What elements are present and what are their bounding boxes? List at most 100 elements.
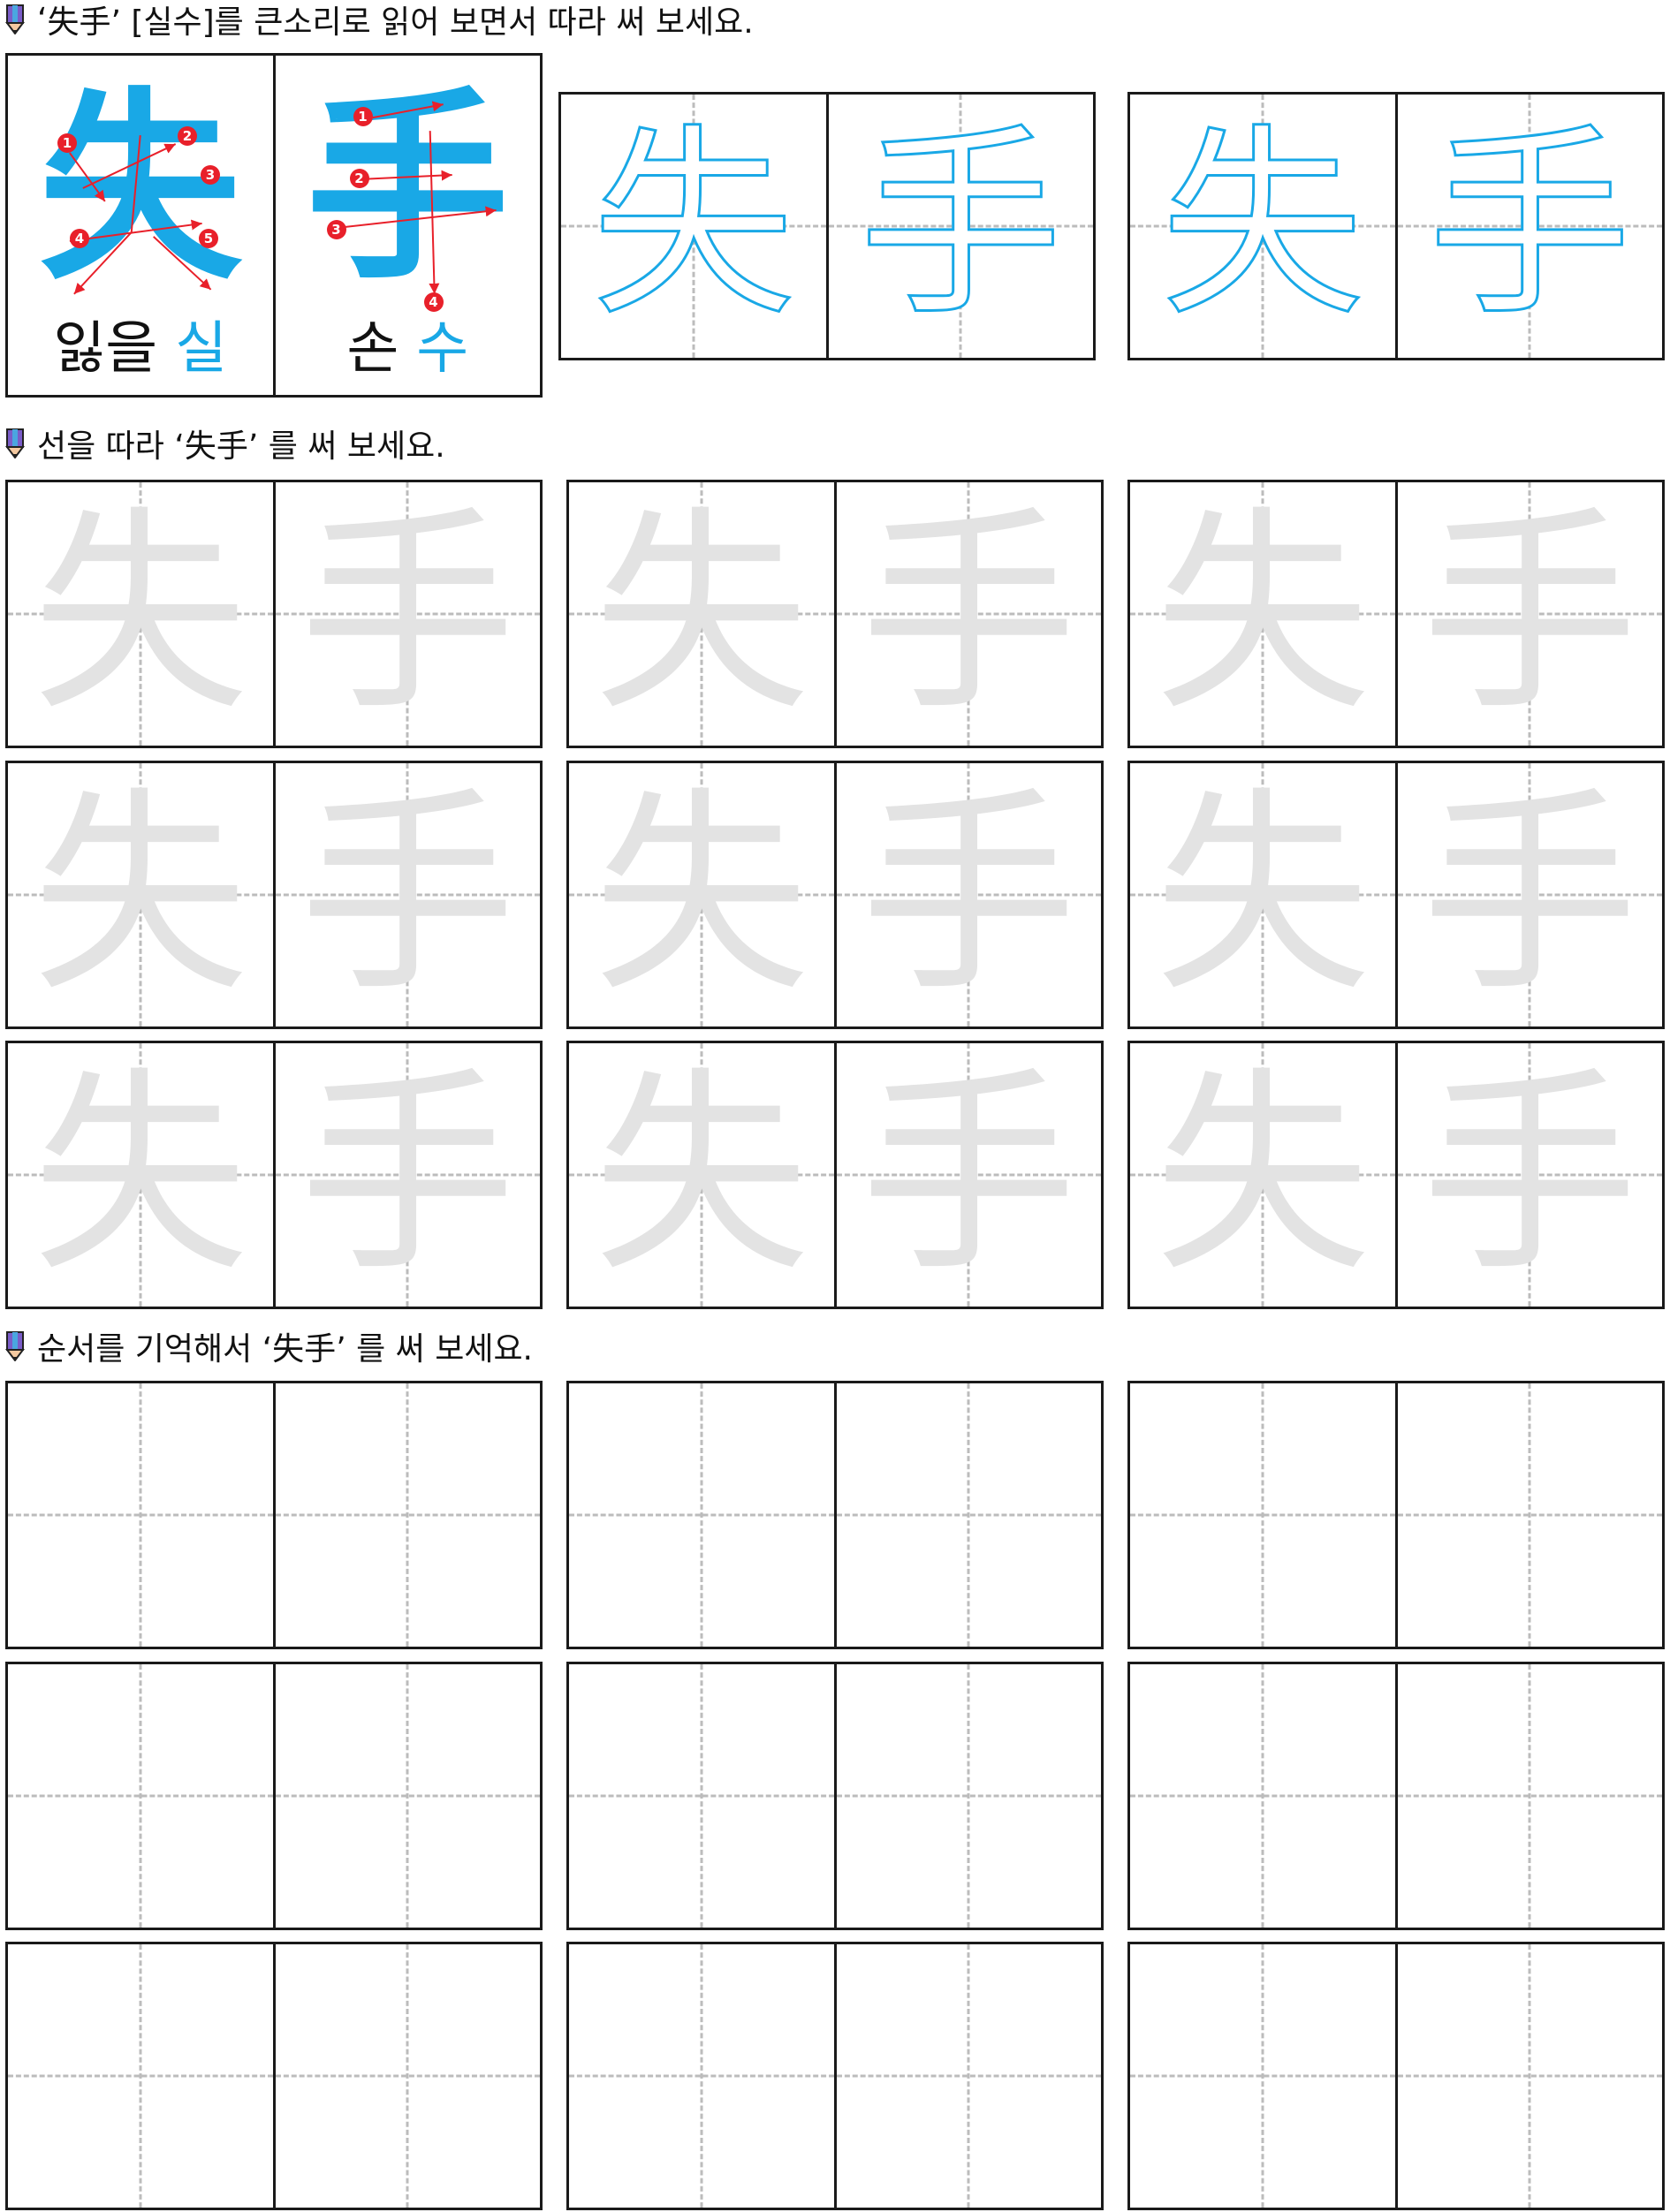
writing-cell[interactable]: 失 bbox=[561, 95, 826, 358]
instruction-from-memory: 순서를 기억해서 ‘失手’ 를 써 보세요. bbox=[5, 1327, 533, 1367]
writing-cell[interactable] bbox=[272, 1383, 541, 1647]
writing-cell[interactable] bbox=[8, 1944, 273, 2208]
writing-cell[interactable]: 失 bbox=[1130, 95, 1395, 358]
faint-char: 手 bbox=[299, 769, 516, 1021]
stroke-number-badge: 1 bbox=[353, 107, 373, 126]
faint-char: 失 bbox=[32, 488, 249, 740]
outline-char: 失 bbox=[590, 108, 796, 344]
writing-cell[interactable] bbox=[8, 1664, 273, 1928]
faint-char: 失 bbox=[1154, 488, 1371, 740]
stroke-number-badge: 2 bbox=[349, 169, 369, 188]
writing-cell[interactable] bbox=[272, 1944, 541, 2208]
instruction-text: ’ 를 써 보세요. bbox=[336, 1331, 534, 1367]
stroke-number-badge: 1 bbox=[57, 133, 77, 153]
faint-trace-box: 失 手 bbox=[1127, 761, 1665, 1029]
instruction-text: ’ 를 써 보세요. bbox=[247, 428, 445, 465]
writing-cell[interactable]: 失 bbox=[1130, 1043, 1395, 1307]
writing-cell[interactable] bbox=[833, 1944, 1102, 2208]
example-meaning: 잃을 bbox=[53, 316, 158, 382]
writing-cell[interactable]: 手 bbox=[825, 95, 1094, 358]
faint-char: 失 bbox=[593, 488, 810, 740]
empty-practice-box bbox=[5, 1662, 543, 1930]
writing-cell[interactable] bbox=[1394, 1383, 1663, 1647]
stroke-number-badge: 3 bbox=[201, 165, 220, 185]
writing-cell[interactable] bbox=[272, 1664, 541, 1928]
writing-cell[interactable]: 手 bbox=[833, 763, 1102, 1026]
faint-char: 失 bbox=[32, 1049, 249, 1301]
outline-trace-box: 失 手 bbox=[558, 92, 1096, 360]
faint-char: 手 bbox=[299, 1049, 516, 1301]
empty-practice-box bbox=[5, 1942, 543, 2210]
instruction-text: ‘ bbox=[37, 1, 48, 38]
example-cell-su: 手 1 2 3 4 손수 bbox=[272, 56, 541, 395]
instruction-text: 순서를 기억해서 ‘ bbox=[37, 1331, 273, 1367]
outline-char: 手 bbox=[858, 108, 1064, 344]
writing-cell[interactable]: 失 bbox=[8, 482, 273, 746]
faint-char: 手 bbox=[1421, 769, 1638, 1021]
empty-practice-box bbox=[566, 1942, 1104, 2210]
example-meaning: 손 bbox=[346, 316, 399, 382]
writing-cell[interactable]: 手 bbox=[1394, 482, 1663, 746]
writing-cell[interactable] bbox=[1130, 1944, 1395, 2208]
faint-char: 手 bbox=[1421, 488, 1638, 740]
example-reading: 수 bbox=[416, 316, 469, 382]
stroke-number-badge: 3 bbox=[326, 220, 346, 239]
writing-cell[interactable]: 手 bbox=[1394, 95, 1663, 358]
writing-cell[interactable]: 失 bbox=[8, 1043, 273, 1307]
faint-char: 失 bbox=[593, 769, 810, 1021]
faint-trace-box: 失 手 bbox=[1127, 480, 1665, 748]
writing-cell[interactable]: 失 bbox=[569, 763, 834, 1026]
writing-cell[interactable] bbox=[569, 1664, 834, 1928]
faint-char: 手 bbox=[1421, 1049, 1638, 1301]
example-box: 失 1 2 3 4 5 잃을 실 手 1 2 3 4 손수 bbox=[5, 53, 543, 398]
writing-cell[interactable]: 手 bbox=[833, 1043, 1102, 1307]
writing-cell[interactable] bbox=[8, 1383, 273, 1647]
empty-practice-box bbox=[1127, 1381, 1665, 1649]
writing-cell[interactable]: 失 bbox=[569, 1043, 834, 1307]
faint-trace-box: 失 手 bbox=[566, 1041, 1104, 1309]
example-cell-sil: 失 1 2 3 4 5 잃을 실 bbox=[8, 56, 273, 395]
writing-cell[interactable] bbox=[833, 1383, 1102, 1647]
writing-cell[interactable]: 手 bbox=[1394, 1043, 1663, 1307]
instruction-hanja: 失手 bbox=[272, 1331, 337, 1367]
faint-trace-box: 失 手 bbox=[5, 761, 543, 1029]
outline-char: 手 bbox=[1427, 108, 1633, 344]
writing-cell[interactable]: 手 bbox=[272, 1043, 541, 1307]
writing-cell[interactable]: 失 bbox=[569, 482, 834, 746]
writing-cell[interactable]: 失 bbox=[1130, 763, 1395, 1026]
faint-trace-box: 失 手 bbox=[566, 761, 1104, 1029]
writing-cell[interactable]: 手 bbox=[1394, 763, 1663, 1026]
writing-cell[interactable] bbox=[1130, 1383, 1395, 1647]
writing-cell[interactable] bbox=[833, 1664, 1102, 1928]
faint-char: 手 bbox=[860, 488, 1077, 740]
faint-char: 失 bbox=[1154, 1049, 1371, 1301]
writing-cell[interactable]: 手 bbox=[272, 482, 541, 746]
writing-cell[interactable] bbox=[569, 1944, 834, 2208]
writing-cell[interactable]: 手 bbox=[833, 482, 1102, 746]
faint-trace-box: 失 手 bbox=[5, 480, 543, 748]
outline-trace-box: 失 手 bbox=[1127, 92, 1665, 360]
faint-char: 手 bbox=[299, 488, 516, 740]
writing-cell[interactable] bbox=[1394, 1944, 1663, 2208]
faint-char: 手 bbox=[860, 1049, 1077, 1301]
empty-practice-box bbox=[566, 1381, 1104, 1649]
empty-practice-box bbox=[1127, 1942, 1665, 2210]
writing-cell[interactable] bbox=[1394, 1664, 1663, 1928]
writing-cell[interactable]: 失 bbox=[8, 763, 273, 1026]
instruction-hanja: 失手 bbox=[47, 4, 111, 41]
empty-practice-box bbox=[1127, 1662, 1665, 1930]
instruction-hanja: 失手 bbox=[184, 428, 248, 465]
pencil-icon bbox=[5, 1331, 25, 1361]
stroke-number-badge: 4 bbox=[70, 229, 89, 248]
faint-char: 失 bbox=[593, 1049, 810, 1301]
writing-cell[interactable] bbox=[569, 1383, 834, 1647]
example-char: 失 bbox=[38, 69, 242, 307]
stroke-number-badge: 2 bbox=[178, 126, 197, 146]
writing-cell[interactable]: 失 bbox=[1130, 482, 1395, 746]
example-label: 손수 bbox=[276, 314, 541, 384]
faint-trace-box: 失 手 bbox=[5, 1041, 543, 1309]
empty-practice-box bbox=[566, 1662, 1104, 1930]
writing-cell[interactable] bbox=[1130, 1664, 1395, 1928]
writing-cell[interactable]: 手 bbox=[272, 763, 541, 1026]
faint-char: 手 bbox=[860, 769, 1077, 1021]
